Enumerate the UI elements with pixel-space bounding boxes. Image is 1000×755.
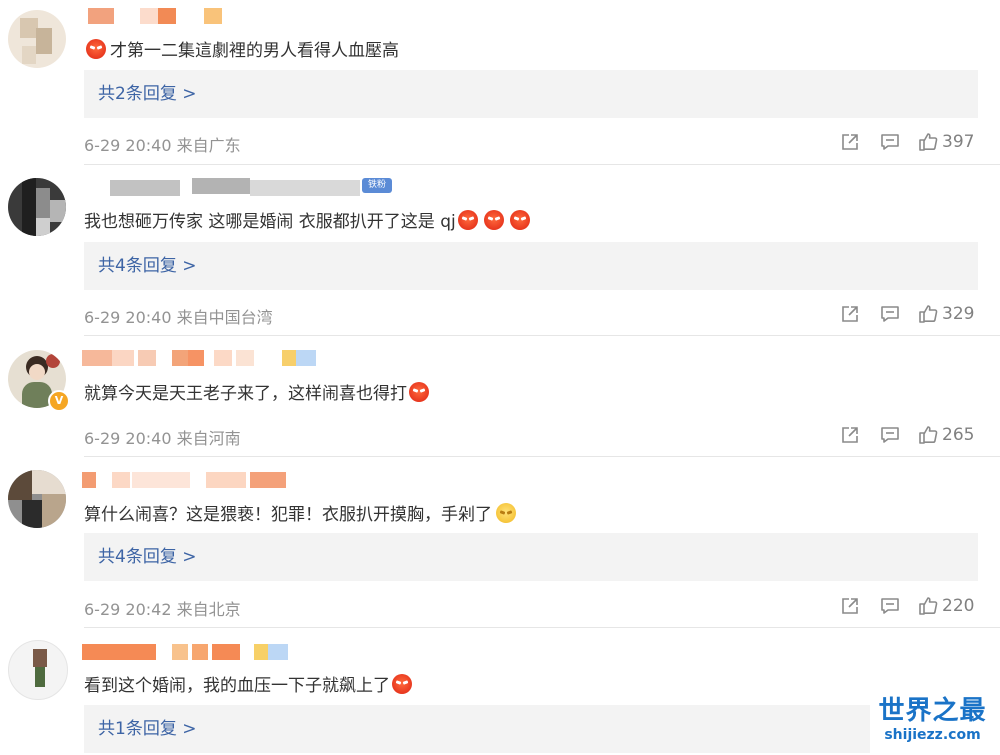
comment-icon[interactable] [880,425,900,445]
share-icon[interactable] [840,596,860,616]
angry-face-emoji [392,674,412,694]
fan-badge: 铁粉 [362,178,392,193]
divider [84,627,1000,628]
angry-face-emoji [457,210,478,230]
site-watermark: 世界之最 shijiezz.com [870,696,995,744]
angry-face-emoji [483,210,504,230]
comment-icon[interactable] [880,304,900,324]
timestamp: 6-29 20:40 来自河南 [84,429,241,448]
like-count: 397 [942,132,975,152]
angry-face-emoji [509,210,530,230]
thumbs-up-icon[interactable] [918,425,938,445]
divider [84,335,1000,336]
comment-actions: 265 [840,425,980,447]
avatar[interactable] [8,10,66,68]
watermark-url: shijiezz.com [884,727,981,743]
comment-icon[interactable] [880,596,900,616]
divider [84,456,1000,457]
replies-link[interactable]: 共4条回复 > [84,533,978,581]
comment-actions: 397 [840,132,980,154]
thumbs-up-icon[interactable] [918,596,938,616]
verified-badge-icon: V [48,390,70,412]
replies-link[interactable]: 共4条回复 > [84,242,978,290]
like-count: 220 [942,596,975,616]
like-count: 265 [942,425,975,445]
comment-actions: 220 [840,596,980,618]
divider [84,164,1000,165]
comment-actions: 329 [840,304,980,326]
comment-text: 就算今天是天王老子来了，这样闹喜也得打 [84,379,429,404]
replies-link[interactable]: 共2条回复 > [84,70,978,118]
share-icon[interactable] [840,304,860,324]
share-icon[interactable] [840,425,860,445]
comment-text: 算什么闹喜？这是猥亵！犯罪！衣服扒开摸胸，手剁了 [84,500,516,525]
share-icon[interactable] [840,132,860,152]
thumbs-up-icon[interactable] [918,132,938,152]
watermark-title: 世界之最 [878,696,987,726]
comment-text: 看到这个婚闹，我的血压一下子就飙上了 [84,671,412,696]
timestamp: 6-29 20:40 来自广东 [84,136,241,155]
replies-link[interactable]: 共1条回复 > [84,705,870,753]
thumbs-up-icon[interactable] [918,304,938,324]
avatar[interactable] [8,470,66,528]
like-count: 329 [942,304,975,324]
avatar[interactable] [8,640,68,700]
comment-text: 我也想砸万传家 这哪是婚闹 衣服都扒开了这是 qj [84,207,530,232]
angry-face-emoji [86,39,106,59]
timestamp: 6-29 20:42 来自北京 [84,600,241,619]
comment-text: 才第一二集這劇裡的男人看得人血壓高 [84,36,399,61]
comment-icon[interactable] [880,132,900,152]
sweat-face-emoji [496,503,516,523]
angry-face-emoji [409,382,429,402]
avatar[interactable] [8,178,66,236]
timestamp: 6-29 20:40 来自中国台湾 [84,308,273,327]
